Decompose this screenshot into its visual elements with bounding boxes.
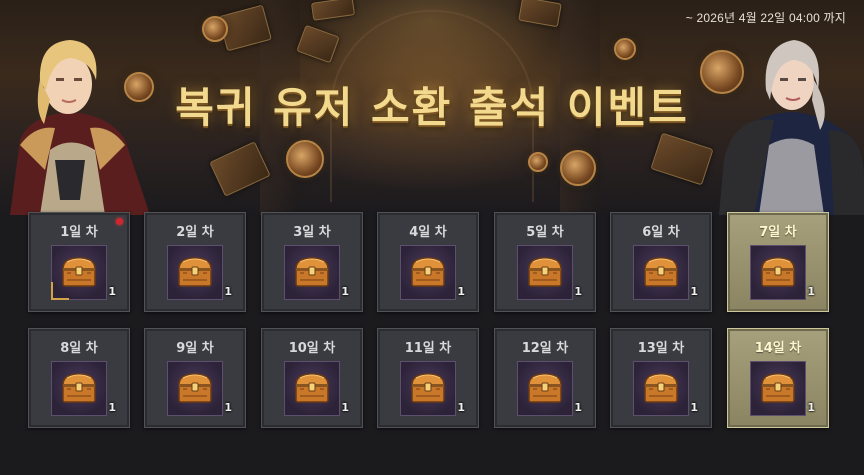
treasure-chest-icon [61,256,97,288]
day-label: 2일 차 [176,225,214,240]
day-label: 13일 차 [637,341,685,356]
event-title: 복귀 유저 소환 출석 이벤트 [175,83,689,132]
reward-quantity: 1 [807,401,815,414]
reward-slot[interactable]: 1 [517,245,582,300]
day-card-4[interactable]: 4일 차 1 [377,212,479,312]
treasure-chest-icon [760,372,796,404]
day-card-8[interactable]: 8일 차 1 [28,328,130,428]
reward-quantity: 1 [224,285,232,298]
day-card-3[interactable]: 3일 차 1 [261,212,363,312]
treasure-chest-icon [177,372,213,404]
day-card-1[interactable]: 1일 차 1 [28,212,130,312]
attendance-grid: 1일 차 1 2일 차 1 3일 차 1 4일 차 1 5일 차 1 6일 차 … [28,212,838,432]
day-label: 3일 차 [293,225,331,240]
reward-slot[interactable]: 1 [750,361,815,416]
treasure-chest-icon [643,372,679,404]
reward-slot[interactable]: 1 [400,245,465,300]
treasure-chest-icon [294,372,330,404]
day-label: 12일 차 [521,341,569,356]
day-card-6[interactable]: 6일 차 1 [610,212,712,312]
event-deadline: ~ 2026년 4월 22일 04:00 까지 [685,11,846,25]
day-card-10[interactable]: 10일 차 1 [261,328,363,428]
reward-slot[interactable]: 1 [633,361,698,416]
reward-quantity: 1 [108,401,116,414]
reward-quantity: 1 [224,401,232,414]
floating-card-icon [518,0,562,28]
floating-medallion-icon [614,38,636,60]
day-card-12[interactable]: 12일 차 1 [494,328,596,428]
reward-slot[interactable]: 1 [633,245,698,300]
treasure-chest-icon [177,256,213,288]
treasure-chest-icon [61,372,97,404]
reward-slot[interactable]: 1 [167,361,232,416]
treasure-chest-icon [410,372,446,404]
treasure-chest-icon [760,256,796,288]
reward-slot[interactable]: 1 [51,361,116,416]
day-label: 8일 차 [60,341,98,356]
reward-slot[interactable]: 1 [750,245,815,300]
treasure-chest-icon [643,256,679,288]
reward-slot[interactable]: 1 [284,245,349,300]
day-label: 7일 차 [759,225,797,240]
reward-quantity: 1 [807,285,815,298]
reward-slot[interactable]: 1 [167,245,232,300]
floating-card-icon [650,132,714,186]
treasure-chest-icon [527,372,563,404]
floating-medallion-icon [560,150,596,186]
day-card-13[interactable]: 13일 차 1 [610,328,712,428]
day-card-9[interactable]: 9일 차 1 [144,328,246,428]
reward-quantity: 1 [341,285,349,298]
reward-quantity: 1 [690,285,698,298]
day-label: 4일 차 [409,225,447,240]
floating-medallion-icon [202,16,228,42]
reward-quantity: 1 [457,285,465,298]
reward-quantity: 1 [574,401,582,414]
reward-quantity: 1 [341,401,349,414]
day-card-7[interactable]: 7일 차 1 [727,212,829,312]
day-card-2[interactable]: 2일 차 1 [144,212,246,312]
reward-quantity: 1 [108,285,116,298]
reward-slot[interactable]: 1 [400,361,465,416]
floating-medallion-icon [286,140,324,178]
reward-quantity: 1 [574,285,582,298]
reward-slot[interactable]: 1 [284,361,349,416]
day-label: 10일 차 [288,341,336,356]
floating-medallion-icon [528,152,548,172]
day-card-11[interactable]: 11일 차 1 [377,328,479,428]
notification-dot-icon [116,218,123,225]
floating-card-icon [310,0,356,21]
treasure-chest-icon [410,256,446,288]
reward-quantity: 1 [457,401,465,414]
treasure-chest-icon [527,256,563,288]
day-label: 14일 차 [754,341,802,356]
day-label: 11일 차 [404,341,452,356]
day-label: 6일 차 [642,225,680,240]
floating-card-icon [296,24,340,64]
day-label: 9일 차 [176,341,214,356]
treasure-chest-icon [294,256,330,288]
day-card-5[interactable]: 5일 차 1 [494,212,596,312]
reward-quantity: 1 [690,401,698,414]
day-label: 5일 차 [526,225,564,240]
event-banner: ~ 2026년 4월 22일 04:00 까지 복귀 유저 소환 출석 이벤트 [0,0,864,215]
day-card-14[interactable]: 14일 차 1 [727,328,829,428]
reward-slot[interactable]: 1 [517,361,582,416]
day-label: 1일 차 [60,225,98,240]
reward-slot[interactable]: 1 [51,245,116,300]
